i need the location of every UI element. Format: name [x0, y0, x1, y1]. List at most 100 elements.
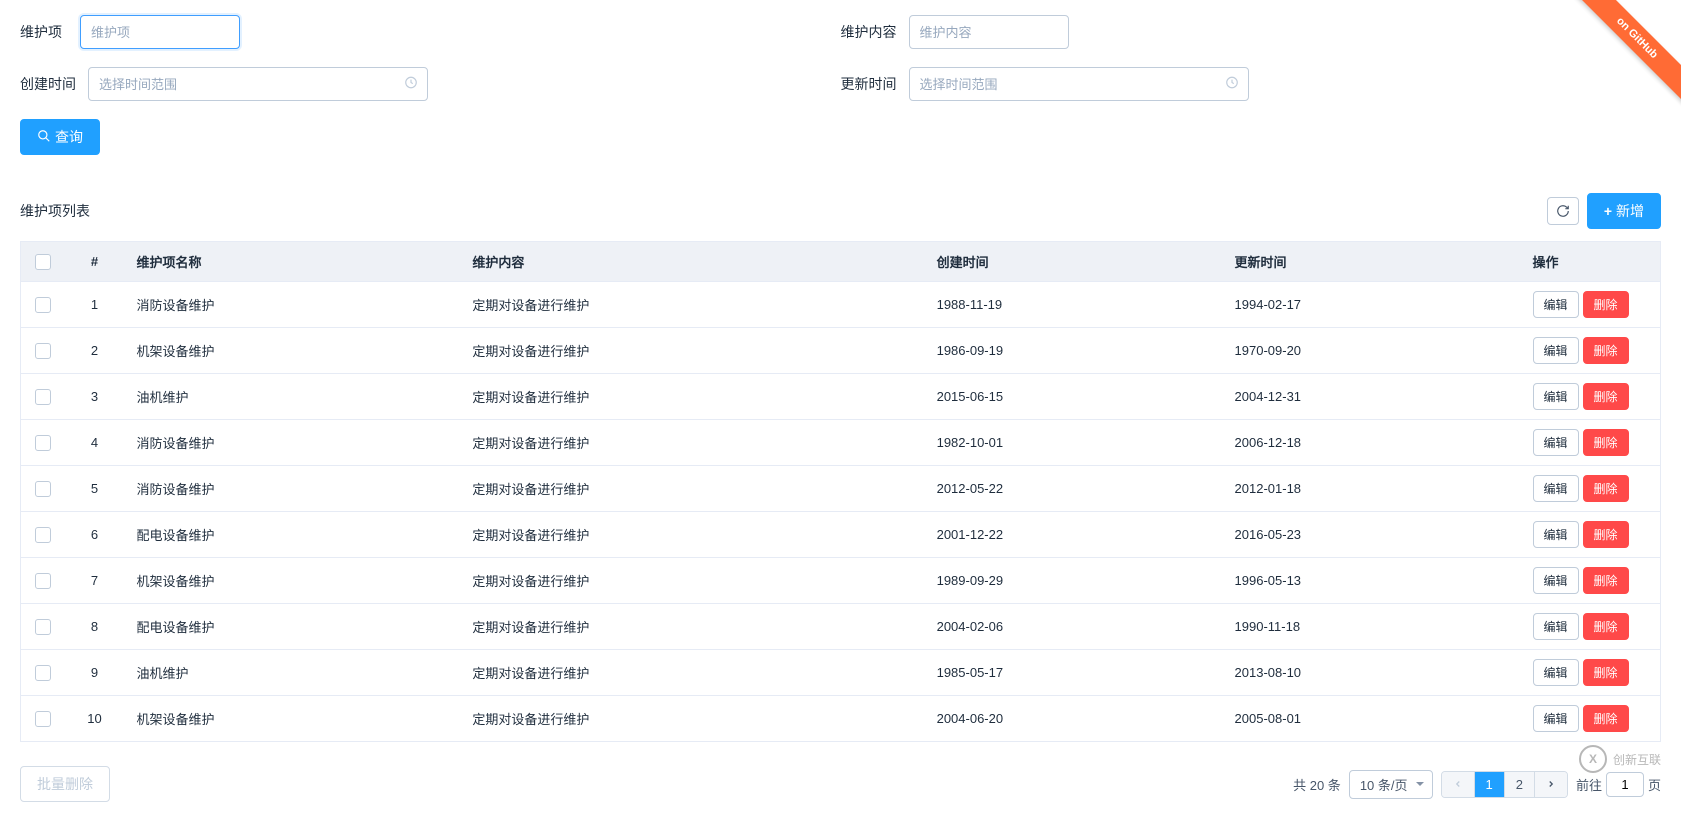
table-row: 9油机维护定期对设备进行维护1985-05-172013-08-10编辑删除 — [21, 650, 1661, 696]
row-content: 定期对设备进行维护 — [460, 558, 924, 604]
watermark-text: 创新互联 — [1613, 751, 1661, 768]
delete-button[interactable]: 删除 — [1583, 613, 1629, 640]
row-checkbox[interactable] — [35, 297, 51, 313]
col-content: 维护内容 — [460, 242, 924, 282]
delete-button[interactable]: 删除 — [1583, 475, 1629, 502]
row-updated: 1970-09-20 — [1223, 328, 1521, 374]
table-row: 6配电设备维护定期对设备进行维护2001-12-222016-05-23编辑删除 — [21, 512, 1661, 558]
filter-content-field: 维护内容 — [841, 15, 1662, 49]
next-page-button[interactable] — [1535, 772, 1567, 797]
delete-button[interactable]: 删除 — [1583, 705, 1629, 732]
filter-updated-label: 更新时间 — [841, 74, 909, 94]
edit-button[interactable]: 编辑 — [1533, 659, 1579, 686]
row-created: 1988-11-19 — [925, 282, 1223, 328]
delete-button[interactable]: 删除 — [1583, 429, 1629, 456]
search-button[interactable]: 查询 — [20, 119, 100, 155]
filter-name-label: 维护项 — [20, 22, 80, 42]
delete-button[interactable]: 删除 — [1583, 659, 1629, 686]
search-icon — [37, 129, 51, 146]
select-all-checkbox[interactable] — [35, 254, 51, 270]
row-checkbox[interactable] — [35, 435, 51, 451]
watermark-logo-icon: X — [1579, 745, 1607, 773]
row-content: 定期对设备进行维护 — [460, 696, 924, 742]
row-checkbox[interactable] — [35, 711, 51, 727]
edit-button[interactable]: 编辑 — [1533, 475, 1579, 502]
row-index: 9 — [65, 650, 125, 696]
row-name: 机架设备维护 — [125, 328, 461, 374]
row-name: 油机维护 — [125, 650, 461, 696]
edit-button[interactable]: 编辑 — [1533, 383, 1579, 410]
table-row: 7机架设备维护定期对设备进行维护1989-09-291996-05-13编辑删除 — [21, 558, 1661, 604]
edit-button[interactable]: 编辑 — [1533, 613, 1579, 640]
row-updated: 2013-08-10 — [1223, 650, 1521, 696]
row-name: 配电设备维护 — [125, 604, 461, 650]
edit-button[interactable]: 编辑 — [1533, 705, 1579, 732]
edit-button[interactable]: 编辑 — [1533, 291, 1579, 318]
table-row: 2机架设备维护定期对设备进行维护1986-09-191970-09-20编辑删除 — [21, 328, 1661, 374]
delete-button[interactable]: 删除 — [1583, 383, 1629, 410]
watermark: X 创新互联 — [1579, 745, 1661, 773]
delete-button[interactable]: 删除 — [1583, 291, 1629, 318]
filter-content-input[interactable] — [909, 15, 1069, 49]
add-button-label: 新增 — [1616, 201, 1644, 221]
row-name: 配电设备维护 — [125, 512, 461, 558]
row-created: 2001-12-22 — [925, 512, 1223, 558]
row-content: 定期对设备进行维护 — [460, 420, 924, 466]
goto-prefix: 前往 — [1576, 775, 1602, 794]
row-updated: 2012-01-18 — [1223, 466, 1521, 512]
row-index: 3 — [65, 374, 125, 420]
batch-delete-button[interactable]: 批量删除 — [20, 766, 110, 802]
row-updated: 2006-12-18 — [1223, 420, 1521, 466]
prev-page-button[interactable] — [1442, 772, 1475, 797]
table-row: 10机架设备维护定期对设备进行维护2004-06-202005-08-01编辑删… — [21, 696, 1661, 742]
row-content: 定期对设备进行维护 — [460, 512, 924, 558]
add-button[interactable]: + 新增 — [1587, 193, 1661, 229]
page-number-button[interactable]: 1 — [1475, 772, 1505, 797]
delete-button[interactable]: 删除 — [1583, 521, 1629, 548]
row-index: 6 — [65, 512, 125, 558]
row-content: 定期对设备进行维护 — [460, 650, 924, 696]
row-checkbox[interactable] — [35, 389, 51, 405]
row-checkbox[interactable] — [35, 481, 51, 497]
col-created: 创建时间 — [925, 242, 1223, 282]
row-checkbox[interactable] — [35, 665, 51, 681]
edit-button[interactable]: 编辑 — [1533, 337, 1579, 364]
filter-updated-input[interactable] — [909, 67, 1249, 101]
pagesize-select[interactable]: 10 条/页 — [1349, 770, 1433, 799]
row-checkbox[interactable] — [35, 619, 51, 635]
row-name: 机架设备维护 — [125, 558, 461, 604]
table-row: 3油机维护定期对设备进行维护2015-06-152004-12-31编辑删除 — [21, 374, 1661, 420]
col-updated: 更新时间 — [1223, 242, 1521, 282]
row-content: 定期对设备进行维护 — [460, 604, 924, 650]
row-created: 2015-06-15 — [925, 374, 1223, 420]
row-index: 5 — [65, 466, 125, 512]
row-updated: 2004-12-31 — [1223, 374, 1521, 420]
row-index: 1 — [65, 282, 125, 328]
row-index: 8 — [65, 604, 125, 650]
row-content: 定期对设备进行维护 — [460, 282, 924, 328]
table-row: 5消防设备维护定期对设备进行维护2012-05-222012-01-18编辑删除 — [21, 466, 1661, 512]
filter-created-input[interactable] — [88, 67, 428, 101]
row-checkbox[interactable] — [35, 573, 51, 589]
edit-button[interactable]: 编辑 — [1533, 429, 1579, 456]
row-updated: 1996-05-13 — [1223, 558, 1521, 604]
row-checkbox[interactable] — [35, 343, 51, 359]
row-index: 4 — [65, 420, 125, 466]
filter-name-field: 维护项 — [20, 15, 841, 49]
filter-name-input[interactable] — [80, 15, 240, 49]
delete-button[interactable]: 删除 — [1583, 567, 1629, 594]
row-checkbox[interactable] — [35, 527, 51, 543]
refresh-icon — [1556, 204, 1570, 218]
col-index: # — [65, 242, 125, 282]
row-name: 消防设备维护 — [125, 282, 461, 328]
row-index: 10 — [65, 696, 125, 742]
goto-page-input[interactable] — [1606, 772, 1644, 797]
row-created: 1982-10-01 — [925, 420, 1223, 466]
filter-form: 维护项 维护内容 创建时间 更新时间 — [20, 15, 1661, 173]
delete-button[interactable]: 删除 — [1583, 337, 1629, 364]
edit-button[interactable]: 编辑 — [1533, 567, 1579, 594]
page-number-button[interactable]: 2 — [1505, 772, 1535, 797]
row-created: 2012-05-22 — [925, 466, 1223, 512]
refresh-button[interactable] — [1547, 197, 1579, 225]
edit-button[interactable]: 编辑 — [1533, 521, 1579, 548]
